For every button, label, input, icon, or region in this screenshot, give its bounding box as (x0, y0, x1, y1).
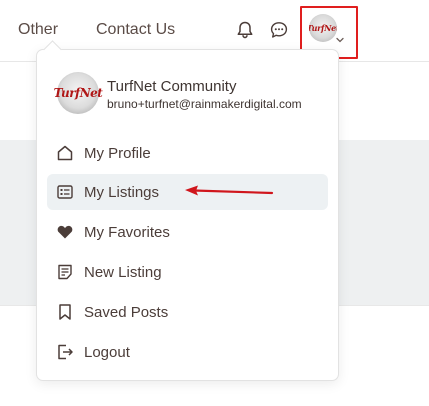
bookmark-icon (55, 302, 75, 322)
community-name: TurfNet Community (107, 78, 237, 95)
nav-link-contact-us[interactable]: Contact Us (96, 21, 175, 39)
menu-item-label: My Profile (84, 144, 151, 162)
menu-item-new-listing[interactable]: New Listing (47, 254, 328, 290)
avatar: TurfNet (54, 72, 103, 114)
account-dropdown-menu: TurfNet TurfNet Community bruno+turfnet@… (36, 49, 339, 381)
menu-item-label: My Favorites (84, 223, 170, 241)
menu-item-my-profile[interactable]: My Profile (47, 135, 328, 171)
menu-item-my-favorites[interactable]: My Favorites (47, 214, 328, 250)
list-card-icon (55, 182, 75, 202)
avatar-logo-text: TurfNet (53, 86, 103, 100)
chat-icon[interactable] (268, 19, 290, 41)
note-icon (55, 262, 75, 282)
bell-icon[interactable] (234, 19, 256, 41)
annotation-arrow-icon (185, 185, 274, 196)
menu-item-logout[interactable]: Logout (47, 334, 328, 370)
user-email: bruno+turfnet@rainmakerdigital.com (107, 97, 302, 111)
home-icon (55, 143, 75, 163)
chevron-down-icon (336, 37, 344, 43)
menu-item-label: New Listing (84, 263, 162, 281)
menu-item-label: Saved Posts (84, 303, 169, 321)
menu-item-label: Logout (84, 343, 130, 361)
profile-header: TurfNet TurfNet Community bruno+turfnet@… (54, 72, 327, 116)
avatar: TurfNet (309, 14, 337, 42)
menu-item-label: My Listings (84, 183, 160, 201)
logout-icon (55, 342, 75, 362)
avatar-logo-text: TurfNet (309, 23, 337, 33)
nav-link-other[interactable]: Other (18, 21, 58, 39)
heart-icon (55, 222, 75, 242)
menu-item-saved-posts[interactable]: Saved Posts (47, 294, 328, 330)
